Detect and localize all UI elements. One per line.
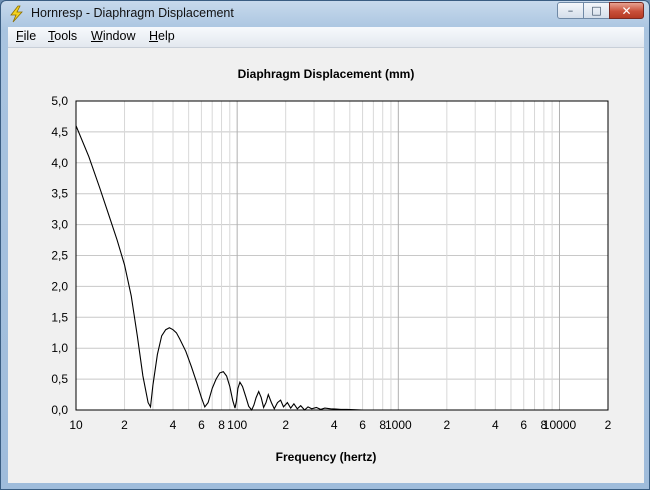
y-tick-label: 4,0: [51, 156, 68, 170]
x-tick-label: 2: [282, 418, 289, 432]
x-tick-label: 10000: [543, 418, 577, 432]
y-tick-label: 4,5: [51, 125, 68, 139]
menu-file[interactable]: File: [16, 29, 36, 43]
close-icon: ✕: [621, 3, 632, 18]
menu-bar: File Tools Window Help: [8, 27, 644, 48]
title-bar[interactable]: Hornresp - Diaphragm Displacement – □ ✕: [1, 1, 649, 27]
displacement-chart: Diaphragm Displacement (mm) Frequency (h…: [51, 67, 611, 464]
y-tick-label: 1,0: [51, 341, 68, 355]
y-tick-label: 3,5: [51, 187, 68, 201]
chart-title: Diaphragm Displacement (mm): [238, 67, 415, 81]
menu-window-label: indow: [102, 29, 136, 43]
minimize-button[interactable]: –: [557, 2, 584, 19]
y-tick-label: 2,5: [51, 249, 68, 263]
menu-file-accel: F: [16, 29, 24, 43]
x-tick-label: 6: [520, 418, 527, 432]
y-tick-label: 5,0: [51, 94, 68, 108]
menu-help[interactable]: Help: [149, 29, 175, 43]
menu-help-accel: H: [149, 29, 159, 43]
x-tick-label: 6: [359, 418, 366, 432]
y-tick-label: 1,5: [51, 310, 68, 324]
x-axis-label: Frequency (hertz): [276, 450, 377, 464]
x-tick-label: 100: [227, 418, 247, 432]
y-tick-label: 0,5: [51, 372, 68, 386]
menu-help-label: elp: [158, 29, 175, 43]
x-tick-label: 10: [69, 418, 83, 432]
x-tick-label: 1000: [385, 418, 412, 432]
maximize-button[interactable]: □: [583, 2, 610, 19]
menu-tools[interactable]: Tools: [48, 29, 77, 43]
menu-file-label: ile: [23, 29, 37, 43]
x-tick-label: 4: [492, 418, 499, 432]
x-tick-labels: 10 2 4 6 8 100 2 4 6 81000 2 4 6 810000 2: [69, 418, 611, 432]
maximize-icon: □: [591, 4, 602, 17]
app-window: Hornresp - Diaphragm Displacement – □ ✕ …: [0, 0, 650, 490]
x-tick-label: 2: [443, 418, 450, 432]
y-tick-label: 2,0: [51, 279, 68, 293]
menu-window[interactable]: Window: [91, 29, 135, 43]
x-tick-label: 4: [170, 418, 177, 432]
x-tick-label: 8: [218, 418, 225, 432]
x-tick-label: 2: [605, 418, 612, 432]
y-tick-labels: 0,0 0,5 1,0 1,5 2,0 2,5 3,0 3,5 4,0 4,5 5,0: [51, 94, 68, 417]
close-button[interactable]: ✕: [609, 2, 644, 19]
chart-panel: Diaphragm Displacement (mm) Frequency (h…: [8, 48, 644, 483]
lightning-icon: [10, 5, 23, 23]
x-tick-label: 2: [121, 418, 128, 432]
minimize-icon: –: [567, 4, 574, 17]
menu-tools-label: ools: [54, 29, 78, 43]
y-tick-label: 3,0: [51, 218, 68, 232]
y-tick-label: 0,0: [51, 403, 68, 417]
x-tick-label: 4: [331, 418, 338, 432]
x-tick-label: 6: [198, 418, 205, 432]
window-title: Hornresp - Diaphragm Displacement: [31, 6, 234, 20]
menu-window-accel: W: [91, 29, 103, 43]
